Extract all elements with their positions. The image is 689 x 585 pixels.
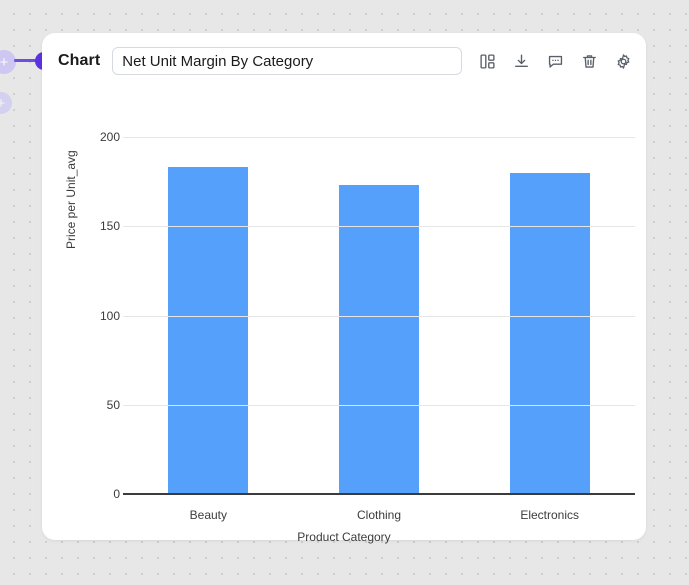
x-axis-tick-label: Clothing bbox=[357, 508, 401, 522]
y-axis-tick-label: 150 bbox=[84, 219, 120, 233]
plot-canvas: Price per Unit_avg 050100150200 Product … bbox=[42, 89, 646, 540]
chart-plot-area: Price per Unit_avg 050100150200 Product … bbox=[42, 89, 646, 540]
y-axis-tick-label: 50 bbox=[84, 398, 120, 412]
plus-icon: + bbox=[0, 96, 5, 111]
chart-toolbar bbox=[476, 50, 634, 72]
chart-header: Chart bbox=[42, 33, 646, 89]
node-editor-decoration: + + bbox=[0, 0, 48, 585]
plus-icon: + bbox=[0, 55, 8, 70]
y-axis-tick-label: 200 bbox=[84, 130, 120, 144]
bars-layer bbox=[123, 89, 635, 540]
trash-icon[interactable] bbox=[578, 50, 600, 72]
download-icon[interactable] bbox=[510, 50, 532, 72]
y-axis-label: Price per Unit_avg bbox=[64, 150, 78, 249]
y-axis-tick-label: 100 bbox=[84, 309, 120, 323]
chart-node-card: Chart bbox=[42, 33, 646, 540]
gear-icon[interactable] bbox=[612, 50, 634, 72]
x-axis-tick-label: Electronics bbox=[520, 508, 579, 522]
y-axis-tick-label: 0 bbox=[84, 487, 120, 501]
bar-electronics[interactable] bbox=[510, 173, 590, 494]
x-axis-line bbox=[123, 493, 635, 495]
gridline bbox=[123, 226, 635, 227]
comment-icon[interactable] bbox=[544, 50, 566, 72]
node-type-label: Chart bbox=[58, 52, 100, 70]
gridline bbox=[123, 316, 635, 317]
gridline bbox=[123, 405, 635, 406]
y-axis-ticks: 0 50 100 150 200 bbox=[82, 89, 120, 540]
add-node-button-secondary[interactable]: + bbox=[0, 92, 12, 114]
x-axis-label: Product Category bbox=[42, 530, 646, 544]
bar-clothing[interactable] bbox=[339, 185, 419, 494]
add-node-button[interactable]: + bbox=[0, 50, 16, 74]
chart-title-input[interactable] bbox=[112, 47, 462, 75]
layout-icon[interactable] bbox=[476, 50, 498, 72]
x-axis-tick-label: Beauty bbox=[190, 508, 227, 522]
bar-beauty[interactable] bbox=[168, 167, 248, 494]
gridline bbox=[123, 137, 635, 138]
